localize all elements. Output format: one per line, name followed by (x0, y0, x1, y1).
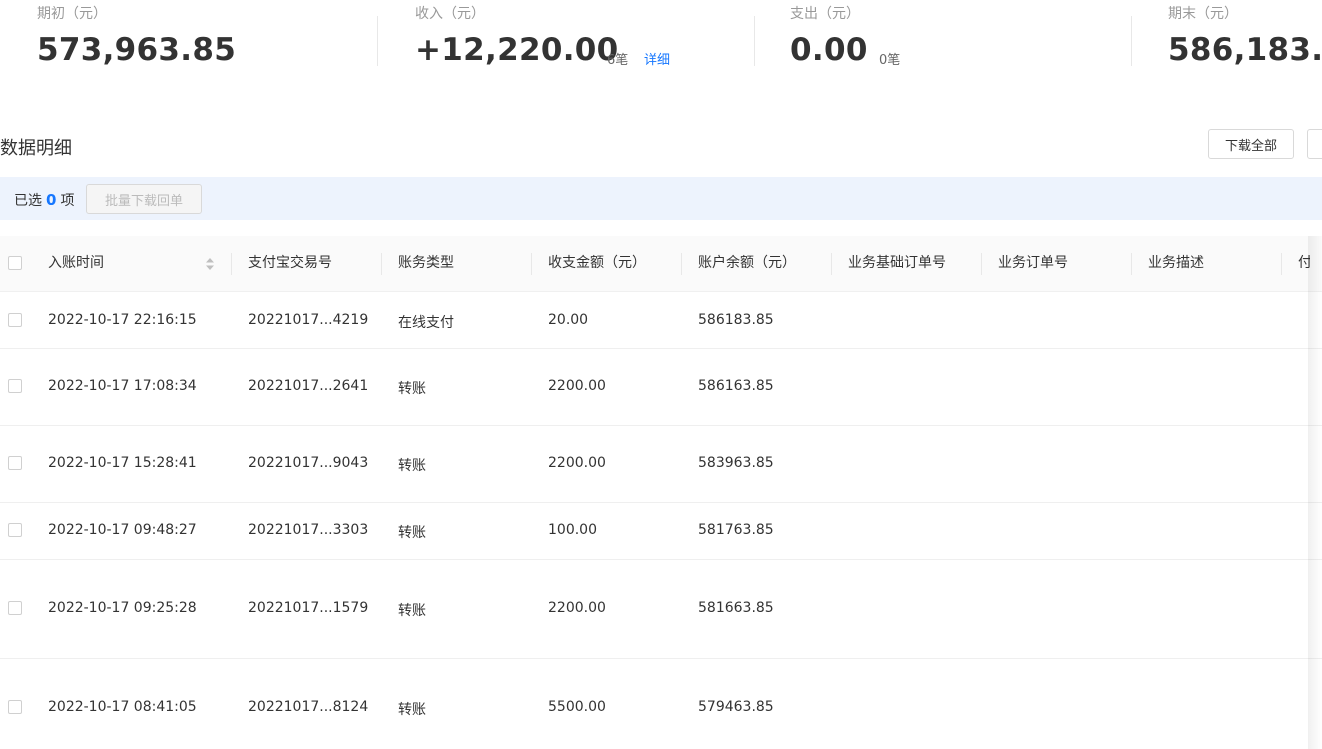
section-title: 数据明细 (0, 138, 72, 159)
stat-income-count: 6笔 (607, 53, 629, 68)
column-divider (381, 253, 382, 275)
column-divider (1281, 253, 1282, 275)
col-header-type: 账务类型 (398, 255, 454, 271)
table-row[interactable]: 2022-10-17 15:28:41 20221017...9043 转账 2… (0, 426, 1322, 503)
divider (754, 16, 755, 66)
cell-time: 2022-10-17 15:28:41 (48, 455, 197, 471)
col-header-balance: 账户余额（元） (698, 255, 796, 271)
stat-income-label: 收入（元） (415, 6, 485, 22)
column-divider (231, 253, 232, 275)
income-detail-link[interactable]: 详细 (644, 49, 670, 68)
row-checkbox[interactable] (8, 700, 22, 714)
col-header-description: 业务描述 (1148, 255, 1204, 271)
table-row[interactable]: 2022-10-17 17:08:34 20221017...2641 转账 2… (0, 349, 1322, 426)
col-header-amount: 收支金额（元） (548, 255, 646, 271)
column-divider (1131, 253, 1132, 275)
divider (1131, 16, 1132, 66)
cell-time: 2022-10-17 08:41:05 (48, 699, 197, 715)
cell-type: 转账 (398, 525, 426, 541)
stat-closing: 期末（元） 586,183.85 (1168, 0, 1322, 90)
select-all-checkbox[interactable] (8, 256, 22, 270)
cell-amount: 20.00 (548, 312, 589, 328)
cell-time: 2022-10-17 09:25:28 (48, 600, 197, 616)
col-header-order-no: 业务订单号 (998, 255, 1068, 271)
cell-trade-no: 20221017...4219 (248, 312, 369, 328)
column-divider (831, 253, 832, 275)
cell-type: 在线支付 (398, 315, 454, 331)
selection-suffix: 项 (60, 193, 75, 209)
table-row[interactable]: 2022-10-17 09:48:27 20221017...3303 转账 1… (0, 503, 1322, 560)
stat-expense-label: 支出（元） (790, 6, 860, 22)
table-header: 入账时间 支付宝交易号 账务类型 收支金额（元） 账户余额（元） 业务基础订单号… (0, 236, 1322, 292)
cell-time: 2022-10-17 17:08:34 (48, 378, 197, 394)
selection-count: 0 (46, 191, 57, 209)
row-checkbox[interactable] (8, 601, 22, 615)
stat-closing-label: 期末（元） (1168, 6, 1238, 22)
cell-type: 转账 (398, 603, 426, 619)
cell-balance: 583963.85 (698, 455, 774, 471)
cell-time: 2022-10-17 22:16:15 (48, 312, 197, 328)
cell-trade-no: 20221017...8124 (248, 699, 369, 715)
cell-amount: 100.00 (548, 522, 597, 538)
column-divider (681, 253, 682, 275)
batch-download-receipt-button[interactable]: 批量下载回单 (86, 184, 202, 214)
row-checkbox[interactable] (8, 313, 22, 327)
cell-trade-no: 20221017...9043 (248, 455, 369, 471)
stat-income-value: +12,220.00 (415, 32, 619, 68)
divider (377, 16, 378, 66)
cell-amount: 5500.00 (548, 699, 606, 715)
selection-prefix: 已选 (14, 193, 42, 209)
table-row[interactable]: 2022-10-17 22:16:15 20221017...4219 在线支付… (0, 292, 1322, 349)
cell-balance: 586163.85 (698, 378, 774, 394)
cell-trade-no: 20221017...1579 (248, 600, 369, 616)
cell-balance: 579463.85 (698, 699, 774, 715)
cell-trade-no: 20221017...2641 (248, 378, 369, 394)
row-checkbox[interactable] (8, 379, 22, 393)
col-header-base-order-no: 业务基础订单号 (848, 255, 946, 271)
table-row[interactable]: 2022-10-17 08:41:05 20221017...8124 转账 5… (0, 659, 1322, 749)
cell-type: 转账 (398, 458, 426, 474)
cell-amount: 2200.00 (548, 378, 606, 394)
cell-amount: 2200.00 (548, 455, 606, 471)
cell-amount: 2200.00 (548, 600, 606, 616)
cell-balance: 586183.85 (698, 312, 774, 328)
row-checkbox[interactable] (8, 456, 22, 470)
sort-icon[interactable] (205, 257, 215, 271)
stat-opening-value: 573,963.85 (37, 32, 237, 68)
stat-closing-value: 586,183.85 (1168, 32, 1322, 68)
column-divider (981, 253, 982, 275)
stat-expense-value: 0.00 (790, 32, 868, 68)
cell-type: 转账 (398, 381, 426, 397)
fixed-column-shadow (1308, 236, 1322, 749)
stat-opening-label: 期初（元） (37, 6, 107, 22)
more-button[interactable] (1307, 129, 1322, 159)
row-checkbox[interactable] (8, 523, 22, 537)
stat-expense-count: 0笔 (879, 53, 901, 68)
cell-balance: 581663.85 (698, 600, 774, 616)
summary-panel: 期初（元） 573,963.85 收入（元） +12,220.00 6笔 详细 … (0, 0, 1322, 90)
col-header-trade-no: 支付宝交易号 (248, 255, 332, 271)
download-all-button[interactable]: 下载全部 (1208, 129, 1294, 159)
cell-balance: 581763.85 (698, 522, 774, 538)
col-header-time[interactable]: 入账时间 (48, 236, 104, 291)
column-divider (531, 253, 532, 275)
cell-time: 2022-10-17 09:48:27 (48, 522, 197, 538)
cell-type: 转账 (398, 702, 426, 718)
table-row[interactable]: 2022-10-17 09:25:28 20221017...1579 转账 2… (0, 560, 1322, 659)
selection-bar: 已选 0 项 批量下载回单 (0, 177, 1322, 220)
selection-summary: 已选 0 项 (14, 190, 74, 210)
cell-trade-no: 20221017...3303 (248, 522, 369, 538)
